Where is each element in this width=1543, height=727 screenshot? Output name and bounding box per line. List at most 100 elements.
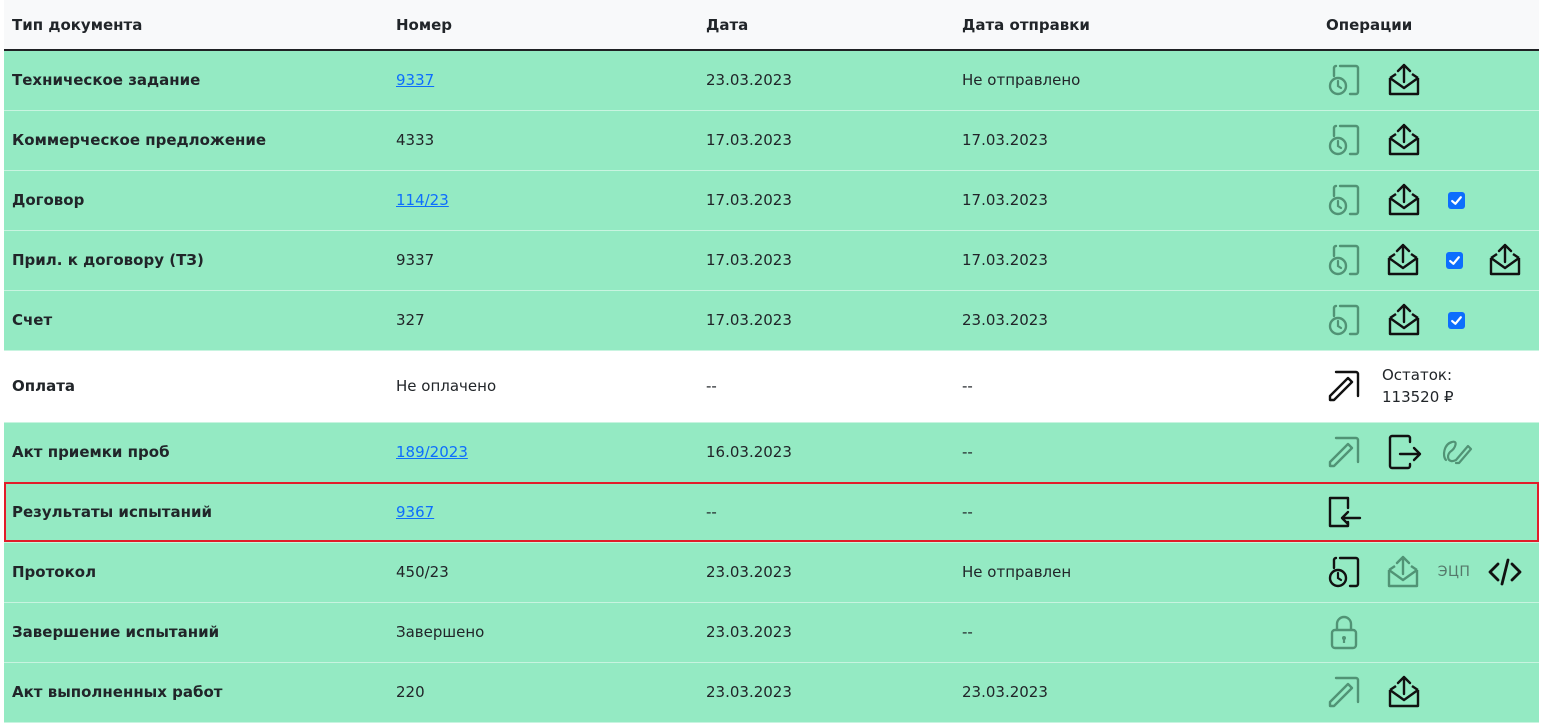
history-icon[interactable] bbox=[1326, 240, 1377, 280]
table-header: Тип документа Номер Дата Дата отправки О… bbox=[4, 0, 1539, 51]
send-mail-icon[interactable] bbox=[1378, 672, 1430, 712]
doc-sent-date: -- bbox=[962, 377, 973, 395]
payment-remainder: Остаток: 113520 ₽ bbox=[1382, 364, 1454, 408]
edit-icon[interactable] bbox=[1326, 672, 1378, 712]
doc-sent-date: Не отправлен bbox=[962, 563, 1072, 581]
history-icon[interactable] bbox=[1326, 300, 1378, 340]
operations-cell: Остаток: 113520 ₽ bbox=[1318, 350, 1539, 422]
ecp-label: ЭЦП bbox=[1437, 564, 1471, 580]
column-header-sent-date: Дата отправки bbox=[954, 0, 1318, 51]
doc-number-link[interactable]: 189/2023 bbox=[396, 443, 468, 461]
table-row: Счет 327 17.03.2023 23.03.2023 bbox=[4, 290, 1539, 350]
doc-type: Коммерческое предложение bbox=[12, 131, 267, 149]
operations-cell bbox=[1318, 110, 1539, 170]
doc-sent-date: 23.03.2023 bbox=[962, 683, 1048, 701]
operations-cell bbox=[1318, 290, 1539, 350]
edit-icon[interactable] bbox=[1326, 366, 1378, 406]
column-header-date: Дата bbox=[698, 0, 954, 51]
import-icon[interactable] bbox=[1326, 492, 1378, 532]
operations-cell bbox=[1318, 422, 1539, 482]
doc-sent-date: -- bbox=[962, 443, 973, 461]
doc-date: 23.03.2023 bbox=[706, 71, 792, 90]
send-mail-icon[interactable] bbox=[1480, 240, 1531, 280]
doc-date: 17.03.2023 bbox=[706, 251, 792, 269]
table-row-highlighted: Результаты испытаний 9367 -- -- bbox=[4, 482, 1539, 542]
code-icon[interactable] bbox=[1480, 552, 1531, 592]
doc-date: -- bbox=[706, 377, 717, 395]
doc-type: Результаты испытаний bbox=[12, 503, 212, 521]
operations-cell bbox=[1318, 230, 1539, 290]
history-icon[interactable] bbox=[1326, 552, 1377, 592]
confirmed-checkbox[interactable] bbox=[1447, 311, 1465, 329]
doc-type: Акт выполненных работ bbox=[12, 683, 223, 701]
column-header-operations: Операции bbox=[1318, 0, 1539, 51]
doc-sent-date: 17.03.2023 bbox=[962, 191, 1048, 209]
confirmed-checkbox-cell bbox=[1430, 180, 1482, 220]
operations-cell bbox=[1318, 602, 1539, 662]
edit-icon[interactable] bbox=[1326, 432, 1378, 472]
doc-date: -- bbox=[706, 503, 717, 521]
send-mail-icon[interactable] bbox=[1377, 552, 1428, 592]
doc-date: 23.03.2023 bbox=[706, 563, 792, 581]
table-row: Акт выполненных работ 220 23.03.2023 23.… bbox=[4, 662, 1539, 722]
doc-date: 16.03.2023 bbox=[706, 443, 792, 461]
send-mail-icon[interactable] bbox=[1378, 300, 1430, 340]
doc-sent-date: -- bbox=[962, 623, 973, 641]
table-row: Оплата Не оплачено -- -- Остаток: 113520… bbox=[4, 350, 1539, 422]
operations-cell bbox=[1318, 662, 1539, 722]
send-mail-icon[interactable] bbox=[1378, 120, 1430, 160]
doc-number: Завершено bbox=[396, 623, 485, 641]
signature-icon[interactable] bbox=[1430, 432, 1482, 472]
doc-number: 220 bbox=[396, 683, 425, 701]
confirmed-checkbox-cell bbox=[1429, 240, 1480, 280]
column-header-type: Тип документа bbox=[4, 0, 388, 51]
doc-sent-date: 17.03.2023 bbox=[962, 131, 1048, 149]
operations-cell bbox=[1318, 482, 1539, 542]
doc-type: Завершение испытаний bbox=[12, 623, 220, 641]
doc-date: 23.03.2023 bbox=[706, 623, 792, 641]
doc-type: Прил. к договору (ТЗ) bbox=[12, 251, 204, 269]
doc-type: Акт приемки проб bbox=[12, 443, 170, 461]
doc-type: Протокол bbox=[12, 563, 97, 581]
confirmed-checkbox[interactable] bbox=[1447, 191, 1465, 209]
lock-icon[interactable] bbox=[1326, 612, 1378, 652]
doc-type: Техническое задание bbox=[12, 71, 201, 90]
doc-number-link[interactable]: 114/23 bbox=[396, 191, 449, 209]
doc-type: Счет bbox=[12, 311, 53, 329]
history-icon[interactable] bbox=[1326, 120, 1378, 160]
doc-number: 327 bbox=[396, 311, 425, 329]
send-mail-icon[interactable] bbox=[1378, 180, 1430, 220]
doc-date: 17.03.2023 bbox=[706, 131, 792, 149]
table-row: Протокол 450/23 23.03.2023 Не отправлен … bbox=[4, 542, 1539, 602]
send-mail-icon[interactable] bbox=[1377, 240, 1428, 280]
doc-number: 450/23 bbox=[396, 563, 449, 581]
doc-sent-date: 23.03.2023 bbox=[962, 311, 1048, 329]
doc-sent-date: -- bbox=[962, 503, 973, 521]
doc-type: Договор bbox=[12, 191, 85, 209]
table-row: Договор 114/23 17.03.2023 17.03.2023 bbox=[4, 170, 1539, 230]
doc-date: 17.03.2023 bbox=[706, 311, 792, 329]
doc-number-cell: 9367 bbox=[388, 482, 698, 542]
history-icon[interactable] bbox=[1326, 60, 1378, 100]
export-icon[interactable] bbox=[1378, 432, 1430, 472]
send-mail-icon[interactable] bbox=[1378, 60, 1430, 100]
doc-number-cell: 189/2023 bbox=[388, 422, 698, 482]
table-row: Акт приемки проб 189/2023 16.03.2023 -- bbox=[4, 422, 1539, 482]
history-icon[interactable] bbox=[1326, 180, 1378, 220]
column-header-number: Номер bbox=[388, 0, 698, 51]
confirmed-checkbox[interactable] bbox=[1445, 251, 1463, 269]
doc-sent-date: 17.03.2023 bbox=[962, 251, 1048, 269]
doc-number-link[interactable]: 9367 bbox=[396, 503, 434, 521]
doc-sent-date: Не отправлено bbox=[962, 71, 1081, 90]
doc-number: Не оплачено bbox=[396, 377, 497, 395]
doc-number-cell: 114/23 bbox=[388, 170, 698, 230]
doc-number-link[interactable]: 9337 bbox=[396, 71, 434, 89]
remainder-value: 113520 ₽ bbox=[1382, 388, 1454, 406]
table-row: Прил. к договору (ТЗ) 9337 17.03.2023 17… bbox=[4, 230, 1539, 290]
operations-cell bbox=[1318, 170, 1539, 230]
ecp-button[interactable]: ЭЦП bbox=[1429, 552, 1480, 592]
operations-cell bbox=[1318, 50, 1539, 110]
remainder-label: Остаток: bbox=[1382, 366, 1453, 384]
doc-date: 17.03.2023 bbox=[706, 191, 792, 209]
doc-number-cell: 9337 bbox=[388, 50, 698, 110]
